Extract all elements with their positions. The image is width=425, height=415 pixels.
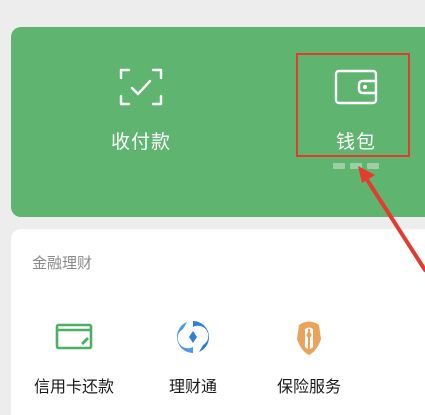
credit-card-label: 信用卡还款 xyxy=(33,377,114,396)
section-title: 金融理财 xyxy=(32,254,93,272)
page-dot xyxy=(367,163,379,169)
credit-card-repay-button[interactable]: 信用卡还款 xyxy=(19,317,129,397)
credit-card-icon xyxy=(55,323,93,350)
licaitong-icon xyxy=(176,321,210,353)
money-button[interactable]: 收付款 xyxy=(81,27,201,217)
page-dot xyxy=(333,163,345,169)
page-indicator xyxy=(333,163,379,169)
insurance-icon xyxy=(297,321,321,355)
wechat-service-page: 收付款 钱包 金融理财 信用卡还款 理财通 保险服务 xyxy=(0,0,425,415)
licaitong-label: 理财通 xyxy=(168,377,217,396)
finance-card: 金融理财 信用卡还款 理财通 保险服务 xyxy=(11,229,425,415)
scan-check-icon xyxy=(119,68,163,106)
insurance-label: 保险服务 xyxy=(276,377,341,396)
annotation-highlight-box xyxy=(296,53,410,157)
money-label: 收付款 xyxy=(110,131,171,153)
page-dot xyxy=(350,163,362,169)
insurance-button[interactable]: 保险服务 xyxy=(254,317,364,397)
licaitong-button[interactable]: 理财通 xyxy=(138,317,248,397)
